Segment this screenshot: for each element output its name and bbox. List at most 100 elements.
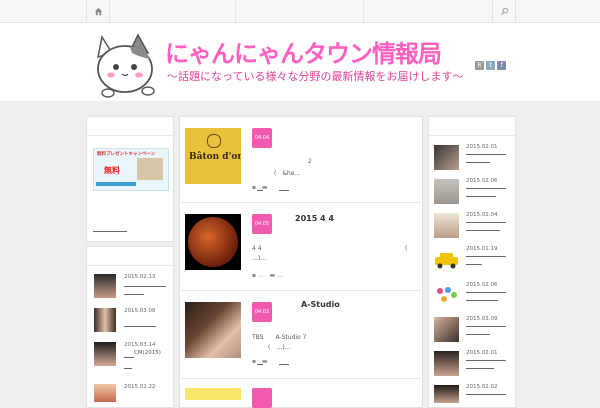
sidebar-title-line[interactable] bbox=[466, 230, 500, 231]
cat-mascot-logo[interactable] bbox=[94, 27, 162, 99]
home-button[interactable] bbox=[86, 0, 110, 22]
sidebar-date: 2015.02.06 bbox=[466, 178, 498, 184]
post-comments[interactable]: ... bbox=[277, 272, 283, 279]
post-date-badge: 04.05 bbox=[252, 214, 272, 234]
sidebar-date: 2015.01.19 bbox=[466, 246, 498, 252]
banner-highlight: 無料 bbox=[104, 166, 120, 175]
post-category[interactable]: ... bbox=[258, 272, 264, 279]
sidebar-date: 2015.03.09 bbox=[466, 316, 498, 322]
sidebar-title-line[interactable] bbox=[466, 162, 490, 163]
post-item bbox=[181, 380, 421, 408]
sidebar-thumb[interactable] bbox=[434, 179, 459, 204]
twitter-icon[interactable]: t bbox=[486, 61, 495, 70]
post-meta: ▪ ... ▬ ... bbox=[252, 272, 283, 279]
right-sidebar-widget: 2015.02.01 2015.02.06 2015.02.04 2015.01… bbox=[428, 116, 516, 408]
post-thumbnail-logo bbox=[207, 134, 221, 148]
sidebar-thumb[interactable] bbox=[434, 351, 459, 376]
category-icon: ▪ bbox=[252, 184, 257, 191]
post-excerpt-line: TBS A-Studio 7 bbox=[252, 334, 307, 341]
sidebar-date: 2015.02.04 bbox=[466, 212, 498, 218]
recent-title-line[interactable] bbox=[124, 357, 134, 358]
moon-image bbox=[188, 217, 238, 267]
nav-divider bbox=[235, 0, 236, 22]
recent-thumb[interactable] bbox=[94, 274, 116, 298]
sidebar-thumb[interactable] bbox=[434, 247, 459, 272]
sidebar-title-line[interactable] bbox=[466, 256, 506, 257]
post-title[interactable]: 2015 4 4 bbox=[295, 214, 334, 223]
sidebar-title-line[interactable] bbox=[466, 264, 482, 265]
nav-divider bbox=[363, 0, 364, 22]
sidebar-title-line[interactable] bbox=[466, 292, 506, 293]
widget-header bbox=[87, 247, 173, 266]
sidebar-title-line[interactable] bbox=[466, 368, 494, 369]
sidebar-date: 2015.02.01 bbox=[466, 144, 498, 150]
sidebar-title-line[interactable] bbox=[466, 196, 496, 197]
post-thumbnail[interactable] bbox=[185, 214, 241, 270]
post-thumbnail[interactable] bbox=[185, 302, 241, 358]
meta-link-line[interactable] bbox=[257, 364, 263, 365]
sidebar-title-line[interactable] bbox=[466, 334, 490, 335]
widget-header bbox=[429, 117, 515, 136]
left-sidebar-recent-widget: 2015.02.13 2015.03.08 2015.03.14 CM(2015… bbox=[86, 246, 174, 408]
sidebar-date: 2015.02.01 bbox=[466, 350, 498, 356]
sidebar-date: 2015.02.02 bbox=[466, 384, 498, 390]
recent-title-line[interactable] bbox=[124, 286, 166, 287]
search-button[interactable] bbox=[492, 0, 516, 22]
post-thumbnail[interactable]: Bâton d'or bbox=[185, 128, 241, 184]
post-excerpt-line: ( bbox=[405, 245, 408, 252]
site-title[interactable]: にゃんにゃんタウン情報局 bbox=[165, 34, 442, 69]
post-item: Bâton d'or 04.04 2 ( &he... ▪ ▬ bbox=[181, 118, 421, 203]
sidebar-title-line[interactable] bbox=[466, 188, 506, 189]
recent-title-line[interactable] bbox=[124, 326, 156, 327]
sidebar-title-line[interactable] bbox=[466, 360, 506, 361]
recent-date: 2015.02.22 bbox=[124, 384, 156, 390]
post-item: 04.02 A-Studio TBS A-Studio 7 ( …)… ▪ ▬ bbox=[181, 292, 421, 379]
sidebar-date: 2015.02.06 bbox=[466, 282, 498, 288]
recent-date: 2015.03.08 bbox=[124, 308, 156, 314]
colorful-logo-image bbox=[437, 287, 457, 302]
sidebar-thumb[interactable] bbox=[434, 317, 459, 342]
sidebar-thumb[interactable] bbox=[434, 145, 459, 170]
sidebar-title-line[interactable] bbox=[466, 394, 506, 395]
recent-thumb[interactable] bbox=[94, 308, 116, 332]
post-date-badge bbox=[252, 388, 272, 408]
meta-link-line[interactable] bbox=[257, 190, 263, 191]
recent-thumb[interactable] bbox=[94, 342, 116, 366]
top-navigation-bar bbox=[0, 0, 600, 23]
meta-link-line[interactable] bbox=[279, 190, 289, 191]
post-date-badge: 04.02 bbox=[252, 302, 272, 322]
sidebar-title-line[interactable] bbox=[466, 154, 506, 155]
post-excerpt-line: 2 bbox=[308, 158, 312, 165]
left-sidebar-banner-widget: 無料プレゼントキャンペーン 無料 bbox=[86, 116, 174, 242]
sidebar-thumb[interactable] bbox=[434, 283, 459, 308]
recent-date: 2015.03.14 bbox=[124, 342, 156, 348]
banner-heading: 無料プレゼントキャンペーン bbox=[97, 152, 156, 157]
category-icon: ▪ bbox=[252, 272, 257, 279]
post-title[interactable]: A-Studio bbox=[301, 300, 340, 309]
recent-title-line[interactable] bbox=[124, 368, 132, 369]
sidebar-thumb[interactable] bbox=[434, 385, 459, 403]
post-thumbnail[interactable] bbox=[185, 388, 241, 400]
link-underline[interactable] bbox=[93, 231, 127, 232]
campaign-banner[interactable]: 無料プレゼントキャンペーン 無料 bbox=[93, 148, 169, 191]
post-item: 04.05 2015 4 4 4 4 ( …)… ▪ ... ▬ ... bbox=[181, 204, 421, 291]
meta-link-line[interactable] bbox=[279, 364, 289, 365]
site-header: にゃんにゃんタウン情報局 〜話題になっている様々な分野の最新情報をお届けします〜… bbox=[0, 23, 600, 101]
recent-date: 2015.02.13 bbox=[124, 274, 156, 280]
sidebar-title-line[interactable] bbox=[466, 222, 506, 223]
category-icon: ▪ bbox=[252, 358, 257, 365]
widget-header bbox=[87, 117, 173, 136]
recent-thumb[interactable] bbox=[94, 384, 116, 402]
rss-icon[interactable]: R bbox=[475, 61, 484, 70]
recent-title-line[interactable] bbox=[124, 294, 144, 295]
post-excerpt-line: …)… bbox=[252, 255, 267, 262]
post-thumbnail-text: Bâton d'or bbox=[189, 152, 241, 162]
sidebar-thumb[interactable] bbox=[434, 213, 459, 238]
home-icon bbox=[94, 7, 102, 15]
post-date-badge: 04.04 bbox=[252, 128, 272, 148]
banner-footer-bar bbox=[96, 182, 136, 186]
facebook-icon[interactable]: f bbox=[497, 61, 506, 70]
sidebar-title-line[interactable] bbox=[466, 300, 498, 301]
recent-caption[interactable]: CM(2015) bbox=[134, 350, 161, 356]
sidebar-title-line[interactable] bbox=[466, 326, 506, 327]
